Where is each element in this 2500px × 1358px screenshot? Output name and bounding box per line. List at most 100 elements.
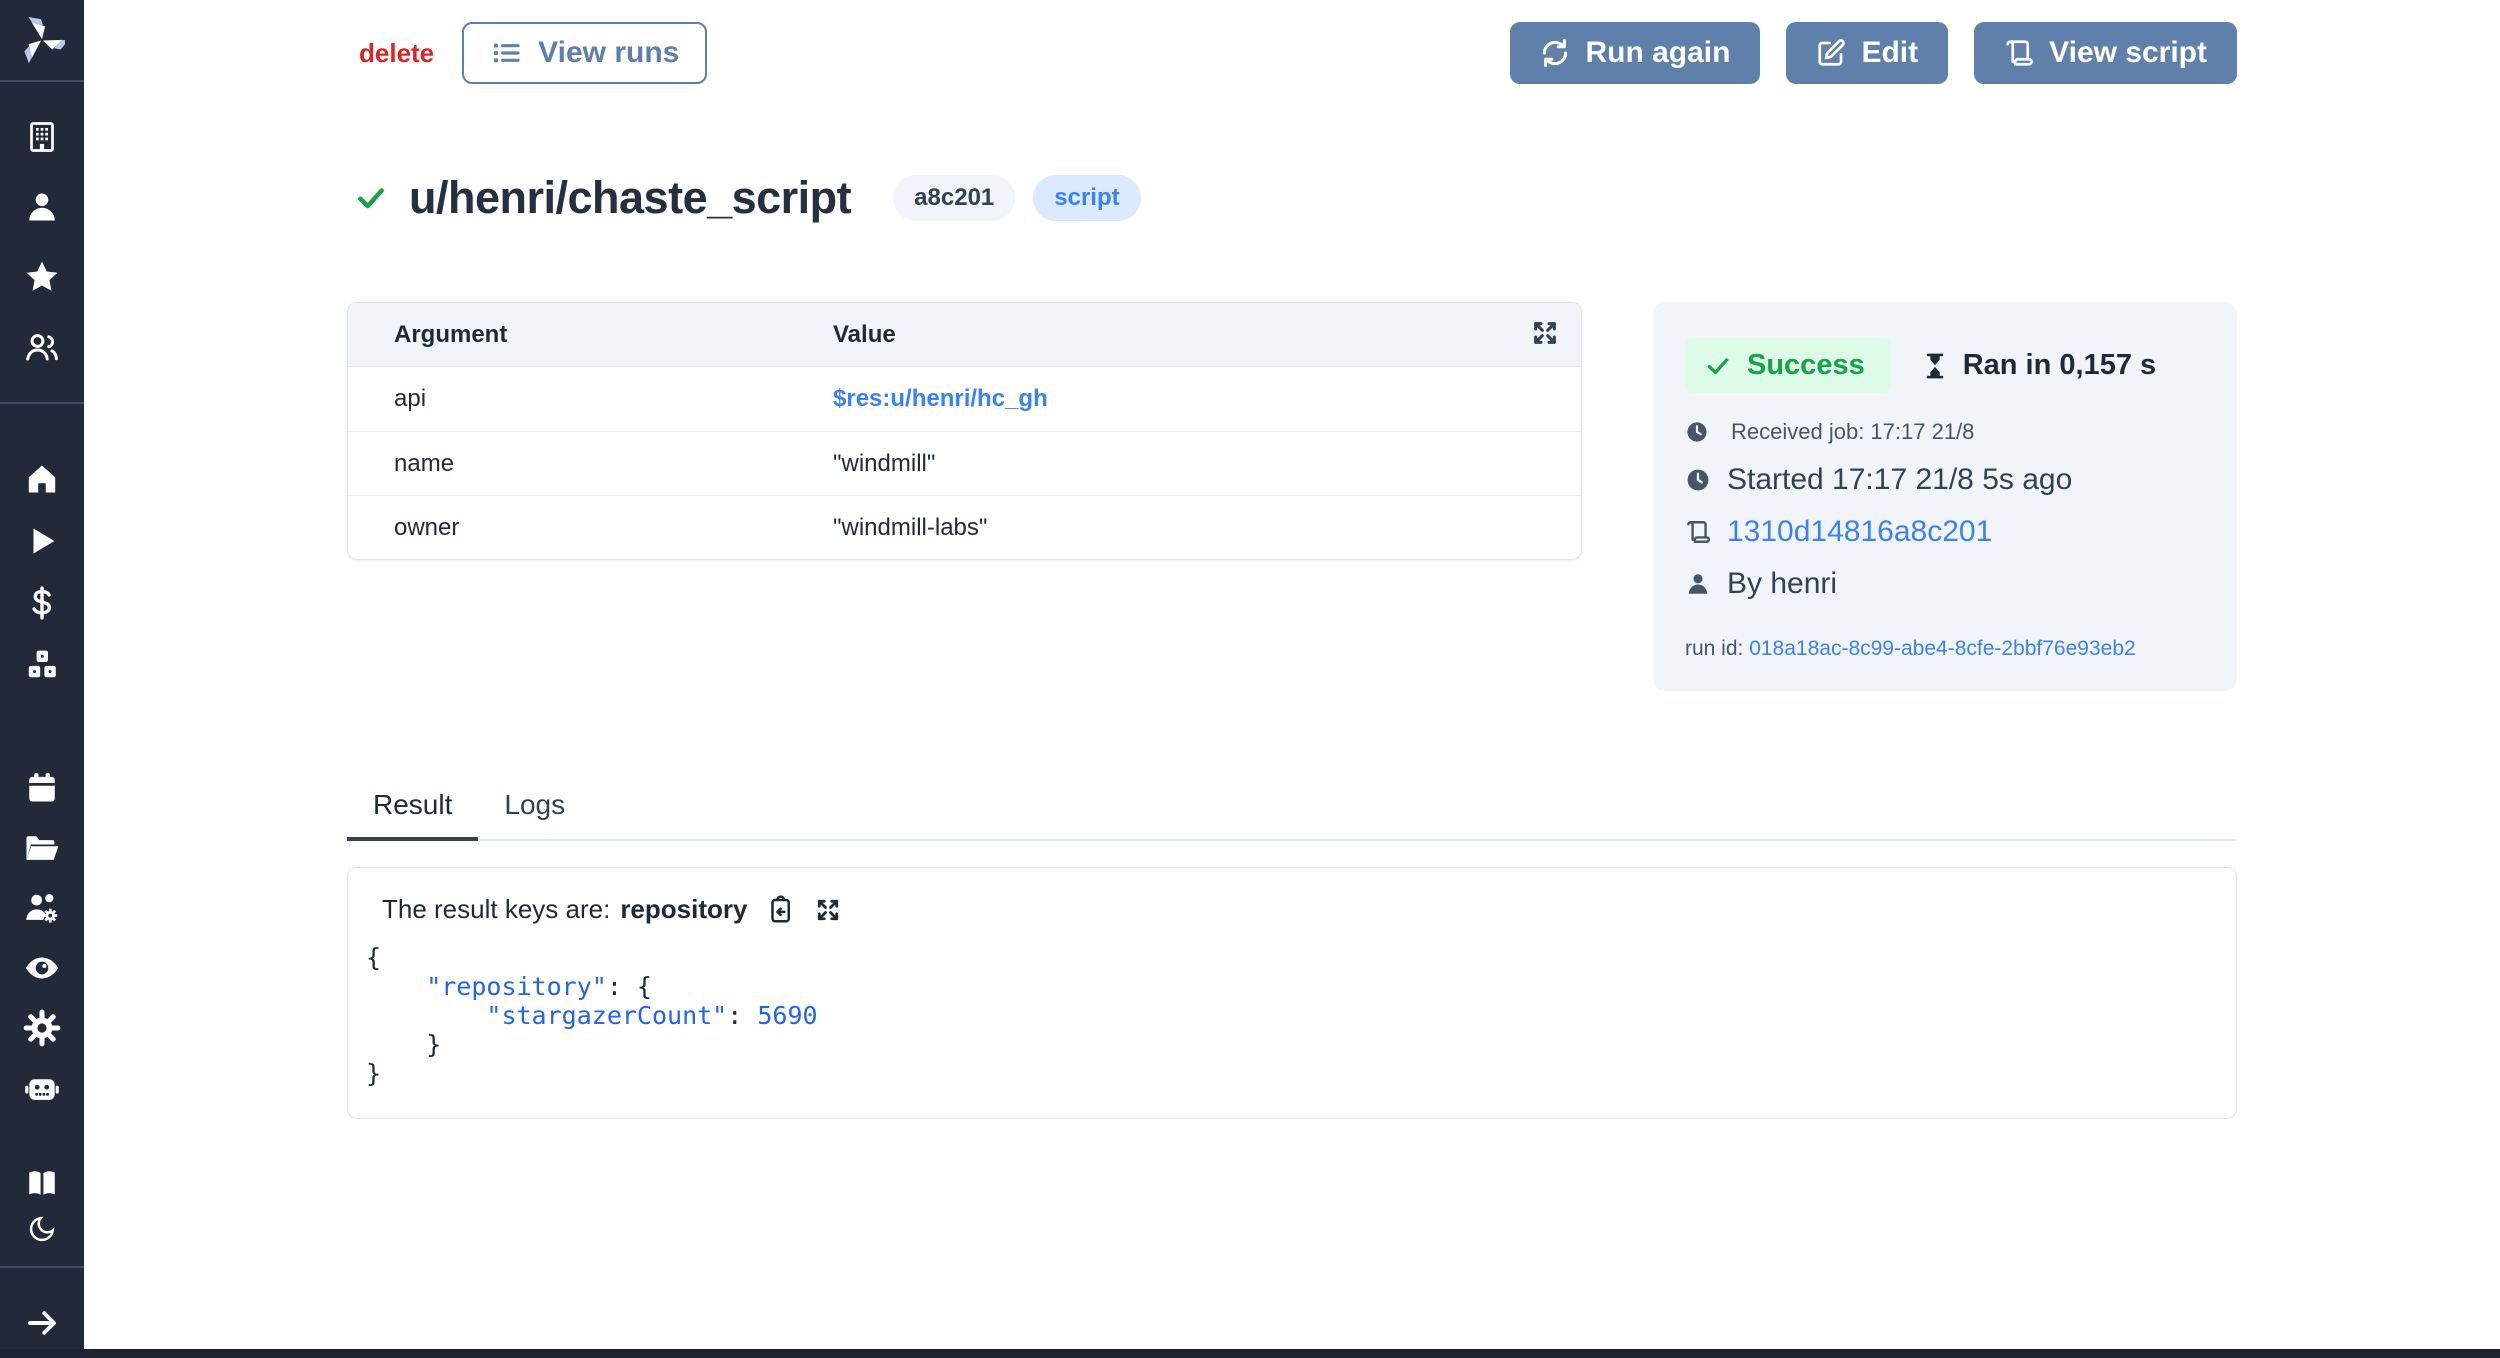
arrow-right-icon bbox=[24, 1305, 60, 1341]
sidebar-divider bbox=[0, 402, 84, 404]
expand-table-icon[interactable] bbox=[1529, 317, 1561, 349]
hash-badge: a8c201 bbox=[893, 175, 1015, 221]
edit-button[interactable]: Edit bbox=[1786, 22, 1948, 84]
robot-icon bbox=[23, 1069, 61, 1107]
sidebar-item-workspace[interactable] bbox=[0, 102, 84, 172]
column-header-argument: Argument bbox=[348, 321, 833, 349]
sidebar-item-user[interactable] bbox=[0, 172, 84, 242]
title-row: u/henri/chaste_script a8c201 script bbox=[347, 142, 2237, 254]
hourglass-icon bbox=[1921, 352, 1949, 380]
sidebar-item-workers[interactable] bbox=[0, 1058, 84, 1118]
tab-logs[interactable]: Logs bbox=[478, 789, 591, 839]
theme-toggle[interactable] bbox=[0, 1206, 84, 1252]
started-label: Started 17:17 21/8 5s ago bbox=[1727, 463, 2072, 497]
run-id-label: run id: bbox=[1685, 637, 1749, 660]
bottom-bar bbox=[0, 1349, 2500, 1358]
sidebar-item-settings[interactable] bbox=[0, 998, 84, 1058]
view-runs-button[interactable]: View runs bbox=[462, 22, 707, 84]
page-title: u/henri/chaste_script bbox=[409, 172, 851, 224]
cubes-icon bbox=[24, 647, 60, 683]
eye-icon bbox=[23, 949, 61, 987]
duration: Ran in 0,157 s bbox=[1921, 349, 2156, 382]
arguments-table-header: Argument Value bbox=[348, 303, 1581, 367]
main-content: delete View runs Run again bbox=[84, 0, 2500, 1119]
by-line: By henri bbox=[1685, 567, 2205, 601]
job-hash-link[interactable]: 1310d14816a8c201 bbox=[1727, 515, 1992, 549]
job-hash-line: 1310d14816a8c201 bbox=[1685, 515, 2205, 549]
sidebar-item-favorites[interactable] bbox=[0, 242, 84, 312]
users-gear-icon bbox=[23, 889, 61, 927]
sidebar-item-audit-logs[interactable] bbox=[0, 938, 84, 998]
view-script-button[interactable]: View script bbox=[1974, 22, 2237, 84]
star-icon bbox=[23, 258, 61, 296]
result-panel: The result keys are: repository { bbox=[347, 867, 2237, 1119]
received-line: Received job: 17:17 21/8 bbox=[1685, 419, 2205, 445]
sidebar-item-groups[interactable] bbox=[0, 878, 84, 938]
view-script-label: View script bbox=[2049, 36, 2207, 70]
scroll-icon bbox=[1685, 519, 1711, 545]
action-bar: delete View runs Run again bbox=[347, 22, 2237, 84]
received-label: Received job: 17:17 21/8 bbox=[1731, 419, 1974, 445]
status-badge: Success bbox=[1685, 338, 1891, 393]
sidebar-expand-button[interactable] bbox=[0, 1288, 84, 1358]
delete-button[interactable]: delete bbox=[359, 38, 434, 69]
sidebar-divider bbox=[0, 1266, 84, 1268]
person-icon bbox=[1685, 571, 1711, 597]
result-keys-prefix: The result keys are: bbox=[382, 894, 610, 925]
maximize-icon bbox=[813, 895, 843, 925]
arg-name: api bbox=[348, 385, 833, 413]
moon-icon bbox=[27, 1214, 57, 1244]
result-json: { "repository": { "stargazerCount": 5690… bbox=[366, 943, 2204, 1088]
table-row: owner "windmill-labs" bbox=[348, 495, 1581, 559]
script-badge: script bbox=[1033, 175, 1140, 221]
users-icon bbox=[24, 329, 60, 365]
dollar-icon bbox=[25, 586, 59, 620]
result-keys-value: repository bbox=[620, 894, 747, 925]
windmill-logo[interactable] bbox=[0, 0, 84, 80]
sidebar-item-variables[interactable] bbox=[0, 572, 84, 634]
view-runs-label: View runs bbox=[538, 36, 679, 70]
list-icon bbox=[490, 37, 522, 69]
copy-result-button[interactable] bbox=[765, 895, 795, 925]
table-row: api $res:u/henri/hc_gh bbox=[348, 367, 1581, 431]
started-line: Started 17:17 21/8 5s ago bbox=[1685, 463, 2205, 497]
run-again-button[interactable]: Run again bbox=[1510, 22, 1760, 84]
sidebar-item-runs[interactable] bbox=[0, 510, 84, 572]
run-id-link[interactable]: 018a18ac-8c99-abe4-8cfe-2bbf76e93eb2 bbox=[1749, 637, 2135, 660]
calendar-icon bbox=[24, 770, 60, 806]
duration-label: Ran in 0,157 s bbox=[1963, 349, 2156, 382]
arg-value: "windmill-labs" bbox=[833, 514, 987, 542]
sidebar bbox=[0, 0, 84, 1358]
building-icon bbox=[24, 119, 60, 155]
arg-name: owner bbox=[348, 514, 833, 542]
clock-icon bbox=[1685, 420, 1709, 444]
by-label: By henri bbox=[1727, 567, 1837, 601]
expand-result-button[interactable] bbox=[813, 895, 843, 925]
edit-label: Edit bbox=[1861, 36, 1918, 70]
column-header-value: Value bbox=[833, 321, 896, 349]
folder-open-icon bbox=[23, 829, 61, 867]
sidebar-item-resources[interactable] bbox=[0, 634, 84, 696]
resource-link[interactable]: $res:u/henri/hc_gh bbox=[833, 385, 1048, 413]
check-icon bbox=[355, 182, 387, 214]
home-icon bbox=[24, 461, 60, 497]
job-info-panel: Success Ran in 0,157 s Received job: 17:… bbox=[1653, 302, 2237, 691]
sidebar-divider bbox=[0, 80, 84, 82]
tab-result[interactable]: Result bbox=[347, 789, 478, 839]
run-again-label: Run again bbox=[1585, 36, 1730, 70]
sidebar-item-folders[interactable] bbox=[0, 818, 84, 878]
edit-pencil-icon bbox=[1816, 38, 1846, 68]
sidebar-item-members[interactable] bbox=[0, 312, 84, 382]
sidebar-item-home[interactable] bbox=[0, 448, 84, 510]
scroll-icon bbox=[2004, 38, 2034, 68]
result-tabs: Result Logs bbox=[347, 789, 2237, 841]
play-icon bbox=[25, 524, 59, 558]
table-row: name "windmill" bbox=[348, 431, 1581, 495]
arguments-table: Argument Value api $res:u/henri/hc_gh na… bbox=[347, 302, 1582, 560]
arg-name: name bbox=[348, 450, 833, 478]
clipboard-copy-icon bbox=[765, 895, 795, 925]
sidebar-item-schedules[interactable] bbox=[0, 758, 84, 818]
sidebar-item-docs[interactable] bbox=[0, 1160, 84, 1206]
user-icon bbox=[24, 189, 60, 225]
run-id-line: run id: 018a18ac-8c99-abe4-8cfe-2bbf76e9… bbox=[1685, 637, 2205, 661]
